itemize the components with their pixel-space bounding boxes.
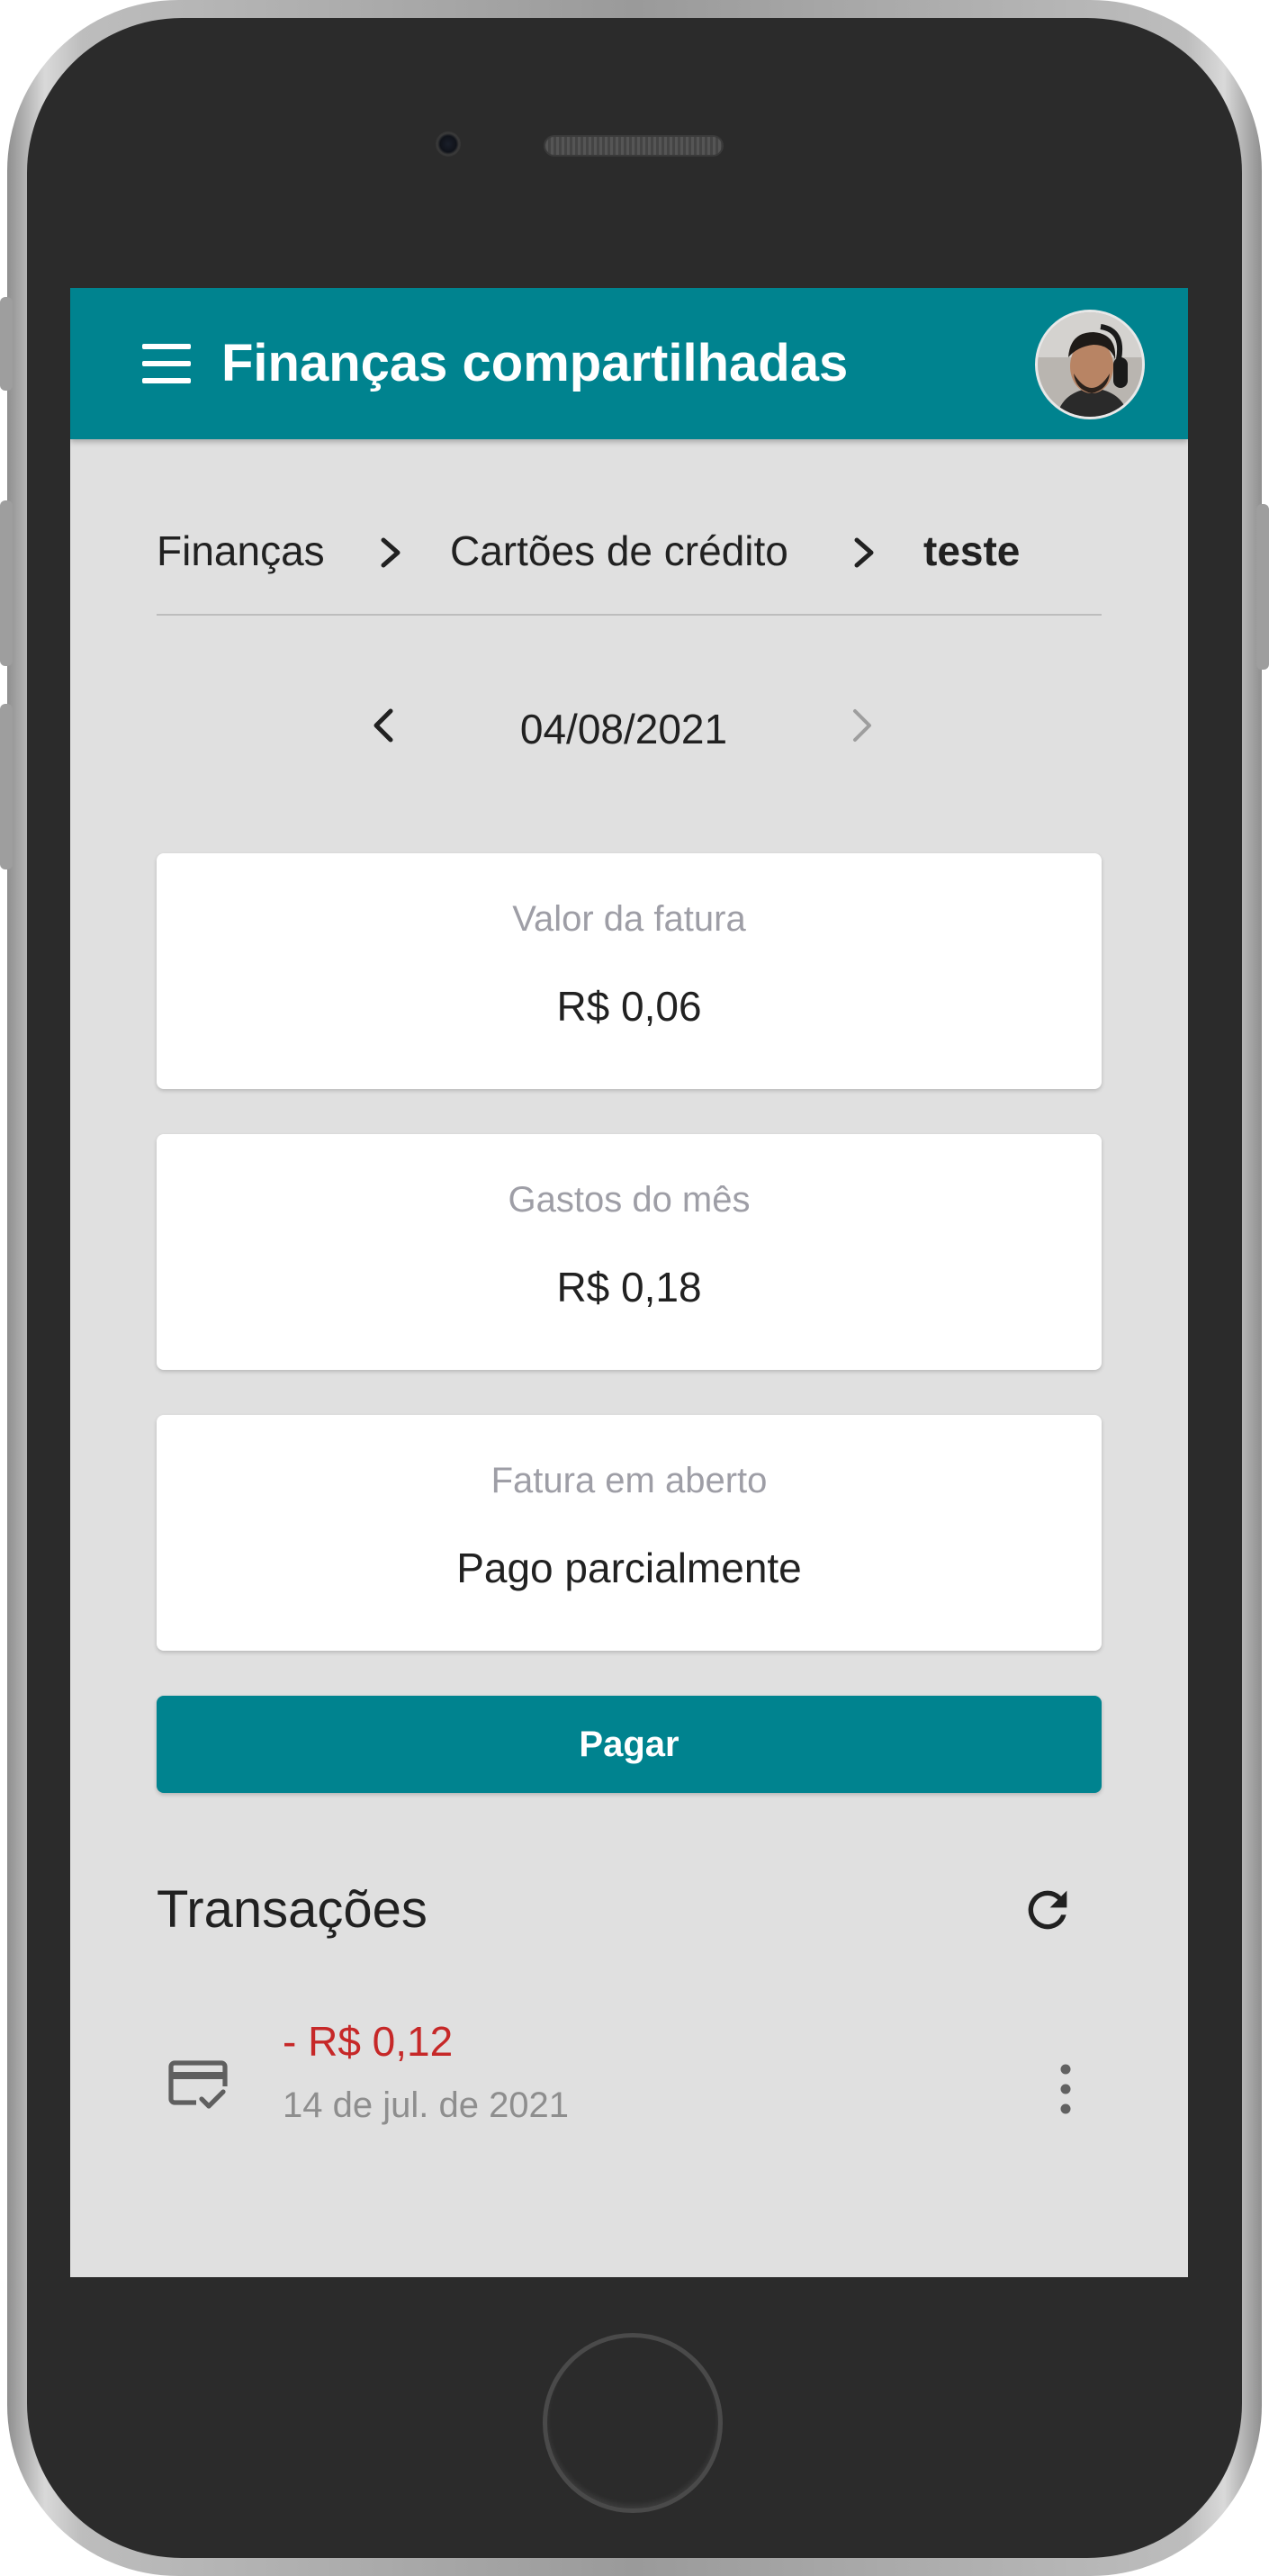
card-label: Gastos do mês xyxy=(508,1180,751,1220)
card-value: R$ 0,06 xyxy=(556,983,702,1030)
phone-power-button xyxy=(1256,504,1269,670)
transaction-amount: - R$ 0,12 xyxy=(283,2018,454,2065)
more-vert-icon[interactable] xyxy=(1048,2058,1084,2121)
pay-button[interactable]: Pagar xyxy=(157,1696,1102,1793)
home-button[interactable] xyxy=(543,2333,723,2513)
app-title: Finanças compartilhadas xyxy=(221,334,849,392)
breadcrumb-item-current: teste xyxy=(923,527,1021,574)
chevron-right-icon xyxy=(381,537,400,568)
front-camera xyxy=(436,131,461,157)
open-invoice-card: Fatura em aberto Pago parcialmente xyxy=(157,1415,1102,1651)
transactions-title: Transações xyxy=(157,1880,428,1939)
phone-mute-switch xyxy=(0,297,13,391)
chevron-right-icon xyxy=(854,537,874,568)
phone-volume-down xyxy=(0,704,13,869)
card-value: Pago parcialmente xyxy=(456,1545,802,1591)
menu-icon[interactable] xyxy=(142,344,191,383)
next-date-button[interactable] xyxy=(844,700,880,751)
app-screen: Finanças compartilhadas Finanças Cartões… xyxy=(70,288,1188,2277)
invoice-value-card: Valor da fatura R$ 0,06 xyxy=(157,853,1102,1089)
current-date-label: 04/08/2021 xyxy=(519,706,728,752)
transaction-date: 14 de jul. de 2021 xyxy=(283,2085,570,2125)
breadcrumb: Finanças Cartões de crédito teste xyxy=(157,526,1102,616)
card-label: Fatura em aberto xyxy=(490,1461,768,1500)
previous-date-button[interactable] xyxy=(365,700,401,751)
app-bar: Finanças compartilhadas xyxy=(70,288,1188,439)
transaction-row[interactable]: - R$ 0,12 14 de jul. de 2021 xyxy=(157,2007,1102,2151)
user-avatar[interactable] xyxy=(1035,310,1145,419)
credit-card-check-icon xyxy=(168,2060,230,2115)
card-label: Valor da fatura xyxy=(512,899,746,939)
avatar-image xyxy=(1038,312,1142,417)
card-value: R$ 0,18 xyxy=(556,1264,702,1311)
phone-volume-up xyxy=(0,500,13,666)
earpiece-speaker xyxy=(544,135,724,157)
refresh-icon[interactable] xyxy=(1019,1881,1076,1939)
breadcrumb-item-financas[interactable]: Finanças xyxy=(157,526,325,576)
monthly-expenses-card: Gastos do mês R$ 0,18 xyxy=(157,1134,1102,1370)
breadcrumb-item-cartoes[interactable]: Cartões de crédito xyxy=(450,526,788,576)
